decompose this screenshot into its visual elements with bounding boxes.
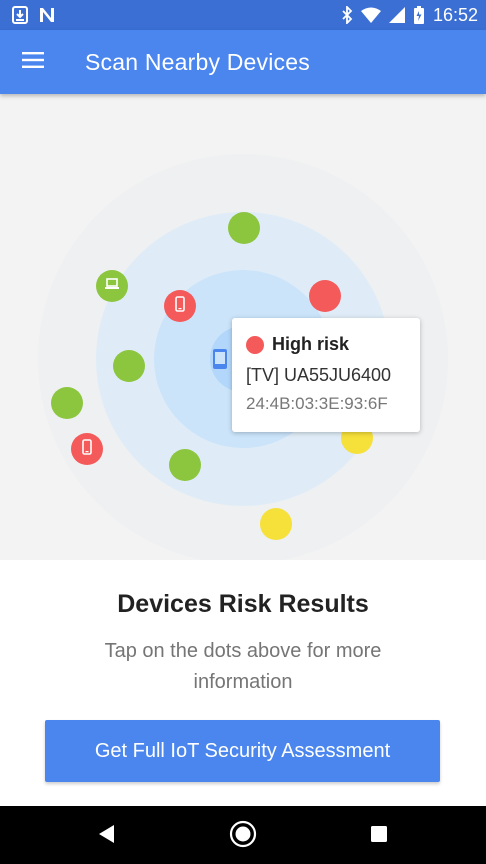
home-button[interactable]: [227, 820, 259, 852]
phone-icon: [175, 295, 185, 317]
radar-view: High risk [TV] UA55JU6400 24:4B:03:3E:93…: [0, 94, 486, 560]
wifi-icon: [360, 7, 381, 23]
device-dot-medium-risk[interactable]: [260, 508, 292, 540]
battery-icon: [413, 6, 425, 24]
laptop-icon: [104, 277, 120, 295]
device-dot-low-risk[interactable]: [228, 212, 260, 244]
device-dot-high-risk[interactable]: [309, 280, 341, 312]
device-dot-low-risk[interactable]: [51, 387, 83, 419]
tooltip-risk-row: High risk: [246, 334, 406, 355]
phone-icon: [82, 438, 92, 460]
device-dot-low-risk[interactable]: [113, 350, 145, 382]
device-dot-high-risk[interactable]: [71, 433, 103, 465]
full-assessment-button[interactable]: Get Full IoT Security Assessment: [45, 720, 440, 782]
bluetooth-icon: [341, 6, 353, 24]
home-icon: [229, 820, 257, 853]
hamburger-menu-icon: [22, 51, 44, 73]
status-right: 16:52: [341, 5, 478, 26]
mac-address: 24:4B:03:3E:93:6F: [246, 394, 388, 413]
results-subtitle: Tap on the dots above for more informati…: [104, 640, 382, 693]
app-bar: Scan Nearby Devices: [0, 30, 486, 94]
signal-icon: [388, 7, 405, 23]
risk-indicator-dot: [246, 335, 264, 354]
device-tooltip: High risk [TV] UA55JU6400 24:4B:03:3E:93…: [232, 318, 420, 432]
own-phone-icon: [212, 348, 228, 370]
device-dot-low-risk[interactable]: [96, 270, 128, 302]
risk-label: High risk: [272, 334, 350, 354]
recents-button[interactable]: [363, 820, 395, 852]
status-left: [12, 6, 56, 24]
recents-icon: [370, 825, 388, 848]
menu-button[interactable]: [0, 30, 66, 94]
status-time: 16:52: [432, 4, 478, 25]
page-title: Scan Nearby Devices: [85, 48, 310, 75]
download-icon: [12, 6, 28, 24]
device-dot-high-risk[interactable]: [164, 290, 196, 322]
n-notification-icon: [38, 6, 56, 24]
device-dot-low-risk[interactable]: [169, 449, 201, 481]
results-title: Devices Risk Results: [117, 590, 369, 618]
status-bar: 16:52: [0, 0, 486, 30]
system-nav-bar: [0, 806, 486, 864]
back-button[interactable]: [90, 820, 122, 852]
device-name: [TV] UA55JU6400: [246, 365, 392, 385]
full-assessment-label: Get Full IoT Security Assessment: [94, 739, 391, 762]
back-icon: [97, 824, 115, 849]
